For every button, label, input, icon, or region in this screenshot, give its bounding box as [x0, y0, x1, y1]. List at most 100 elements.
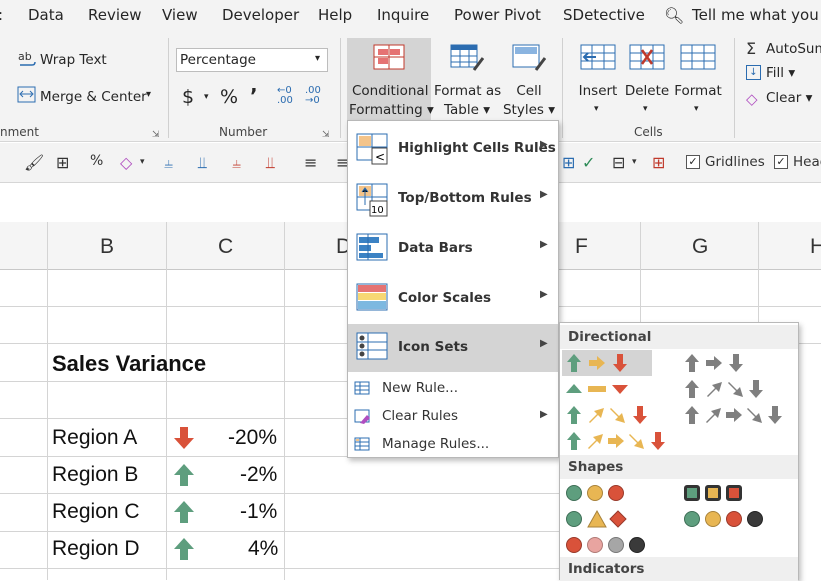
wrap-text-button[interactable]: Wrap Text [40, 52, 107, 68]
chevron-right-icon: ▶ [540, 338, 548, 349]
cell-styles-button[interactable]: Cell Styles ▾ [502, 38, 556, 120]
column-header-g[interactable]: G [692, 235, 708, 259]
chevron-down-icon: ▾ [594, 104, 599, 114]
tab-inquire[interactable]: Inquire [377, 6, 429, 24]
menu-manage-rules[interactable]: Manage Rules... [348, 431, 558, 457]
borders-icon[interactable]: ⊞ [56, 153, 69, 172]
merge-center-button[interactable]: Merge & Center [40, 89, 147, 105]
icon-set-3-traffic-lights-unrimmed[interactable] [566, 482, 656, 508]
menu-top-bottom-rules[interactable]: 10 Top/Bottom Rules ▶ [348, 175, 558, 223]
column-header-c[interactable]: C [218, 235, 233, 259]
tab-power-pivot[interactable]: Power Pivot [454, 6, 541, 24]
grid-line [0, 568, 559, 569]
menu-clear-rules[interactable]: Clear Rules ▶ [348, 403, 558, 429]
icon-set-3-arrows-gray[interactable] [682, 350, 762, 376]
alignment-group-label: nment [0, 125, 39, 139]
tab-data[interactable]: Data [28, 6, 64, 24]
three-triangles-icon [566, 384, 628, 394]
tab-help[interactable]: Help [318, 6, 352, 24]
percent-style-icon[interactable]: % [90, 153, 103, 169]
icon-set-3-triangles[interactable] [562, 376, 652, 402]
yellow-triangle-icon [587, 509, 607, 527]
chevron-right-icon: ▶ [540, 289, 548, 300]
tab-developer[interactable]: Developer [222, 6, 299, 24]
delete-column-icon[interactable]: ⫨ [232, 153, 241, 173]
icon-set-3-arrows-colored[interactable] [562, 350, 652, 376]
chevron-right-icon: ▶ [540, 139, 548, 150]
comma-style-button[interactable]: ’ [250, 84, 258, 108]
chevron-down-icon: ▾ [694, 104, 699, 114]
headings-checkbox[interactable]: ✓ [774, 155, 788, 169]
region-a-value[interactable]: -20% [228, 426, 277, 450]
icon-set-4-arrows-gray[interactable] [682, 376, 782, 402]
menu-data-bars[interactable]: Data Bars ▶ [348, 225, 558, 273]
section-shapes: Shapes [560, 455, 798, 479]
tell-me-box[interactable]: Tell me what you w [692, 6, 821, 24]
check-icon[interactable]: ✓ [582, 153, 595, 172]
tab-data-partial[interactable]: : [0, 6, 3, 24]
region-d-value[interactable]: 4% [248, 537, 278, 561]
region-a-label[interactable]: Region A [52, 426, 137, 450]
region-b-value[interactable]: -2% [240, 463, 277, 487]
menu-color-scales[interactable]: Color Scales ▶ [348, 275, 558, 323]
green-circle-icon [684, 510, 700, 527]
icon-set-5-arrows-colored[interactable] [562, 428, 676, 454]
grid-line [640, 222, 641, 322]
chevron-down-icon[interactable]: ▾ [140, 157, 145, 167]
menu-icon-sets[interactable]: Icon Sets ▶ [348, 324, 558, 372]
menu-highlight-cells-rules[interactable]: < Highlight Cells Rules ▶ [348, 125, 558, 173]
icon-set-3-traffic-lights-rimmed[interactable] [684, 482, 774, 508]
delete-row-icon[interactable]: ⫫ [266, 153, 275, 173]
icon-set-5-arrows-gray[interactable] [682, 402, 796, 428]
dialog-launcher-icon[interactable]: ⇲ [152, 130, 160, 140]
insert-row-icon[interactable]: ⫫ [198, 153, 207, 173]
icon-set-4-arrows-colored[interactable] [562, 402, 662, 428]
decrease-decimal-button[interactable]: .00 →0 [305, 86, 327, 106]
region-c-value[interactable]: -1% [240, 500, 277, 524]
clear-button[interactable]: Clear ▾ [766, 90, 812, 106]
icon-set-4-traffic-lights[interactable] [684, 508, 796, 534]
column-header-h[interactable]: H [810, 235, 821, 259]
table-icon[interactable]: ⊞ [562, 153, 575, 172]
insert-cells-button[interactable]: Insert ▾ [572, 38, 624, 120]
fat-label-2: Table ▾ [444, 102, 490, 118]
tab-sdetective[interactable]: SDetective [563, 6, 645, 24]
tab-review[interactable]: Review [88, 6, 142, 24]
conditional-formatting-button[interactable]: Conditional Formatting ▾ [347, 38, 434, 120]
merge-dropdown-icon[interactable]: ▾ [146, 89, 151, 100]
unmerge-icon[interactable]: ⊞ [652, 153, 665, 172]
number-group-label: Number [219, 125, 268, 139]
region-d-label[interactable]: Region D [52, 537, 140, 561]
menu-label: Highlight Cells Rules [398, 140, 556, 156]
grid-line [166, 222, 167, 580]
merge-icon[interactable]: ⊟ [612, 153, 625, 172]
column-header-f[interactable]: F [575, 235, 588, 259]
region-c-label[interactable]: Region C [52, 500, 140, 524]
number-format-select[interactable]: Percentage ▾ [176, 48, 328, 72]
chevron-down-icon[interactable]: ▾ [632, 157, 637, 167]
region-b-label[interactable]: Region B [52, 463, 138, 487]
align-center-icon[interactable]: ≡ [304, 153, 317, 172]
insert-column-icon[interactable]: ⫨ [164, 153, 173, 173]
icon-set-3-signs[interactable] [566, 508, 656, 534]
format-cells-button[interactable]: Format ▾ [672, 38, 724, 120]
sheet-title[interactable]: Sales Variance [52, 351, 206, 377]
fill-button[interactable]: Fill ▾ [766, 65, 795, 81]
column-header-b[interactable]: B [100, 235, 114, 259]
delete-cells-button[interactable]: Delete ▾ [624, 38, 670, 120]
black-circle-icon [747, 510, 763, 527]
increase-decimal-button[interactable]: ←0.00 [277, 86, 299, 106]
currency-button[interactable]: $ [182, 86, 194, 108]
menu-new-rule[interactable]: New Rule... [348, 375, 558, 401]
format-painter-icon[interactable]: 🖌︎ [24, 153, 44, 172]
currency-dropdown-icon[interactable]: ▾ [204, 92, 209, 102]
percent-button[interactable]: % [220, 86, 238, 108]
dialog-launcher-icon[interactable]: ⇲ [322, 130, 330, 140]
format-as-table-button[interactable]: Format as Table ▾ [434, 38, 501, 120]
autosum-button[interactable]: AutoSum [766, 41, 821, 57]
tab-view[interactable]: View [162, 6, 198, 24]
eraser-icon[interactable]: ◇ [120, 153, 132, 172]
svg-text:ab: ab [18, 50, 32, 63]
arrow-up-icon [174, 464, 194, 486]
gridlines-checkbox[interactable]: ✓ [686, 155, 700, 169]
